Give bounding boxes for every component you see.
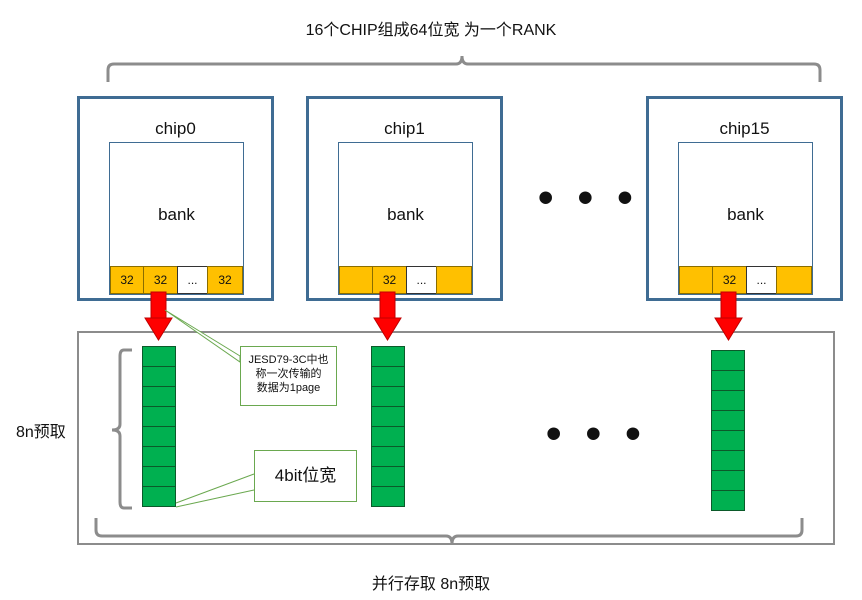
parallel-access-label: 并行存取 8n预取: [371, 576, 491, 593]
left-brace: [111, 348, 132, 510]
width-callout: 4bit位宽: [254, 450, 357, 502]
arrow-chip15: [714, 291, 743, 341]
arrow-chip1: [373, 291, 402, 341]
top-brace: [106, 55, 822, 82]
diagram-overlay: [94, 55, 822, 545]
arrow-chip0: [144, 291, 173, 341]
page-callout-line: 数据为1page: [256, 382, 321, 394]
page-callout-pointer: [164, 309, 241, 363]
page-callout-line: 称一次传输的: [255, 368, 322, 380]
page-callout-line: JESD79-3C中也: [248, 354, 329, 366]
prefetch-side-label: 8n预取: [16, 424, 66, 441]
bottom-brace: [94, 518, 804, 545]
page-callout: JESD79-3C中也 称一次传输的 数据为1page: [240, 346, 337, 406]
